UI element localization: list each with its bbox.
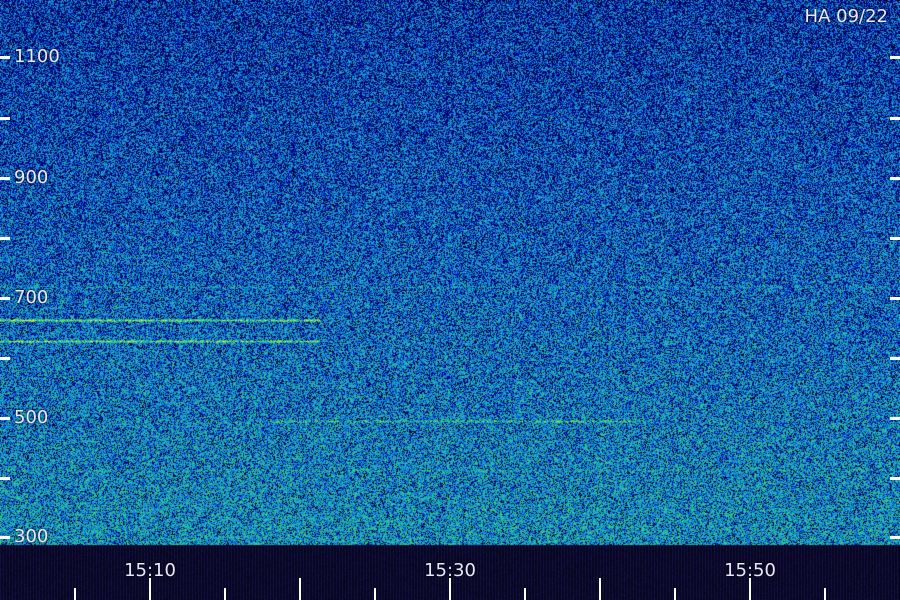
y-tick-right: [890, 237, 900, 240]
x-tick-minor: [824, 588, 826, 600]
x-tick-minor: [524, 588, 526, 600]
y-tick-right: [890, 297, 900, 300]
y-tick-right: [890, 56, 900, 59]
x-tick-minor: [224, 588, 226, 600]
y-tick-right: [890, 357, 900, 360]
y-tick-right: [890, 536, 900, 539]
y-tick-left: [0, 56, 10, 59]
y-tick-label-700: 700: [14, 287, 49, 308]
corner-date-label: HA 09/22: [804, 6, 888, 27]
x-tick-major: [749, 578, 751, 600]
y-tick-left: [0, 357, 10, 360]
y-tick-left: [0, 237, 10, 240]
x-tick-major: [599, 578, 601, 600]
x-tick-major: [299, 578, 301, 600]
x-tick-major: [149, 578, 151, 600]
y-tick-left: [0, 177, 10, 180]
y-tick-left: [0, 417, 10, 420]
y-tick-right: [890, 417, 900, 420]
y-tick-left: [0, 117, 10, 120]
y-tick-right: [890, 177, 900, 180]
y-tick-right: [890, 117, 900, 120]
y-tick-right: [890, 477, 900, 480]
axes-overlay: HA 09/22 1100 900 700 500 300 15:10 15:3…: [0, 0, 900, 600]
y-tick-label-900: 900: [14, 167, 49, 188]
y-tick-label-1100: 1100: [14, 46, 60, 67]
y-tick-left: [0, 297, 10, 300]
x-tick-major: [449, 578, 451, 600]
y-tick-left: [0, 477, 10, 480]
y-tick-label-500: 500: [14, 407, 49, 428]
y-tick-left: [0, 536, 10, 539]
x-tick-minor: [374, 588, 376, 600]
y-tick-label-300: 300: [14, 526, 49, 547]
x-tick-minor: [674, 588, 676, 600]
x-tick-minor: [74, 588, 76, 600]
